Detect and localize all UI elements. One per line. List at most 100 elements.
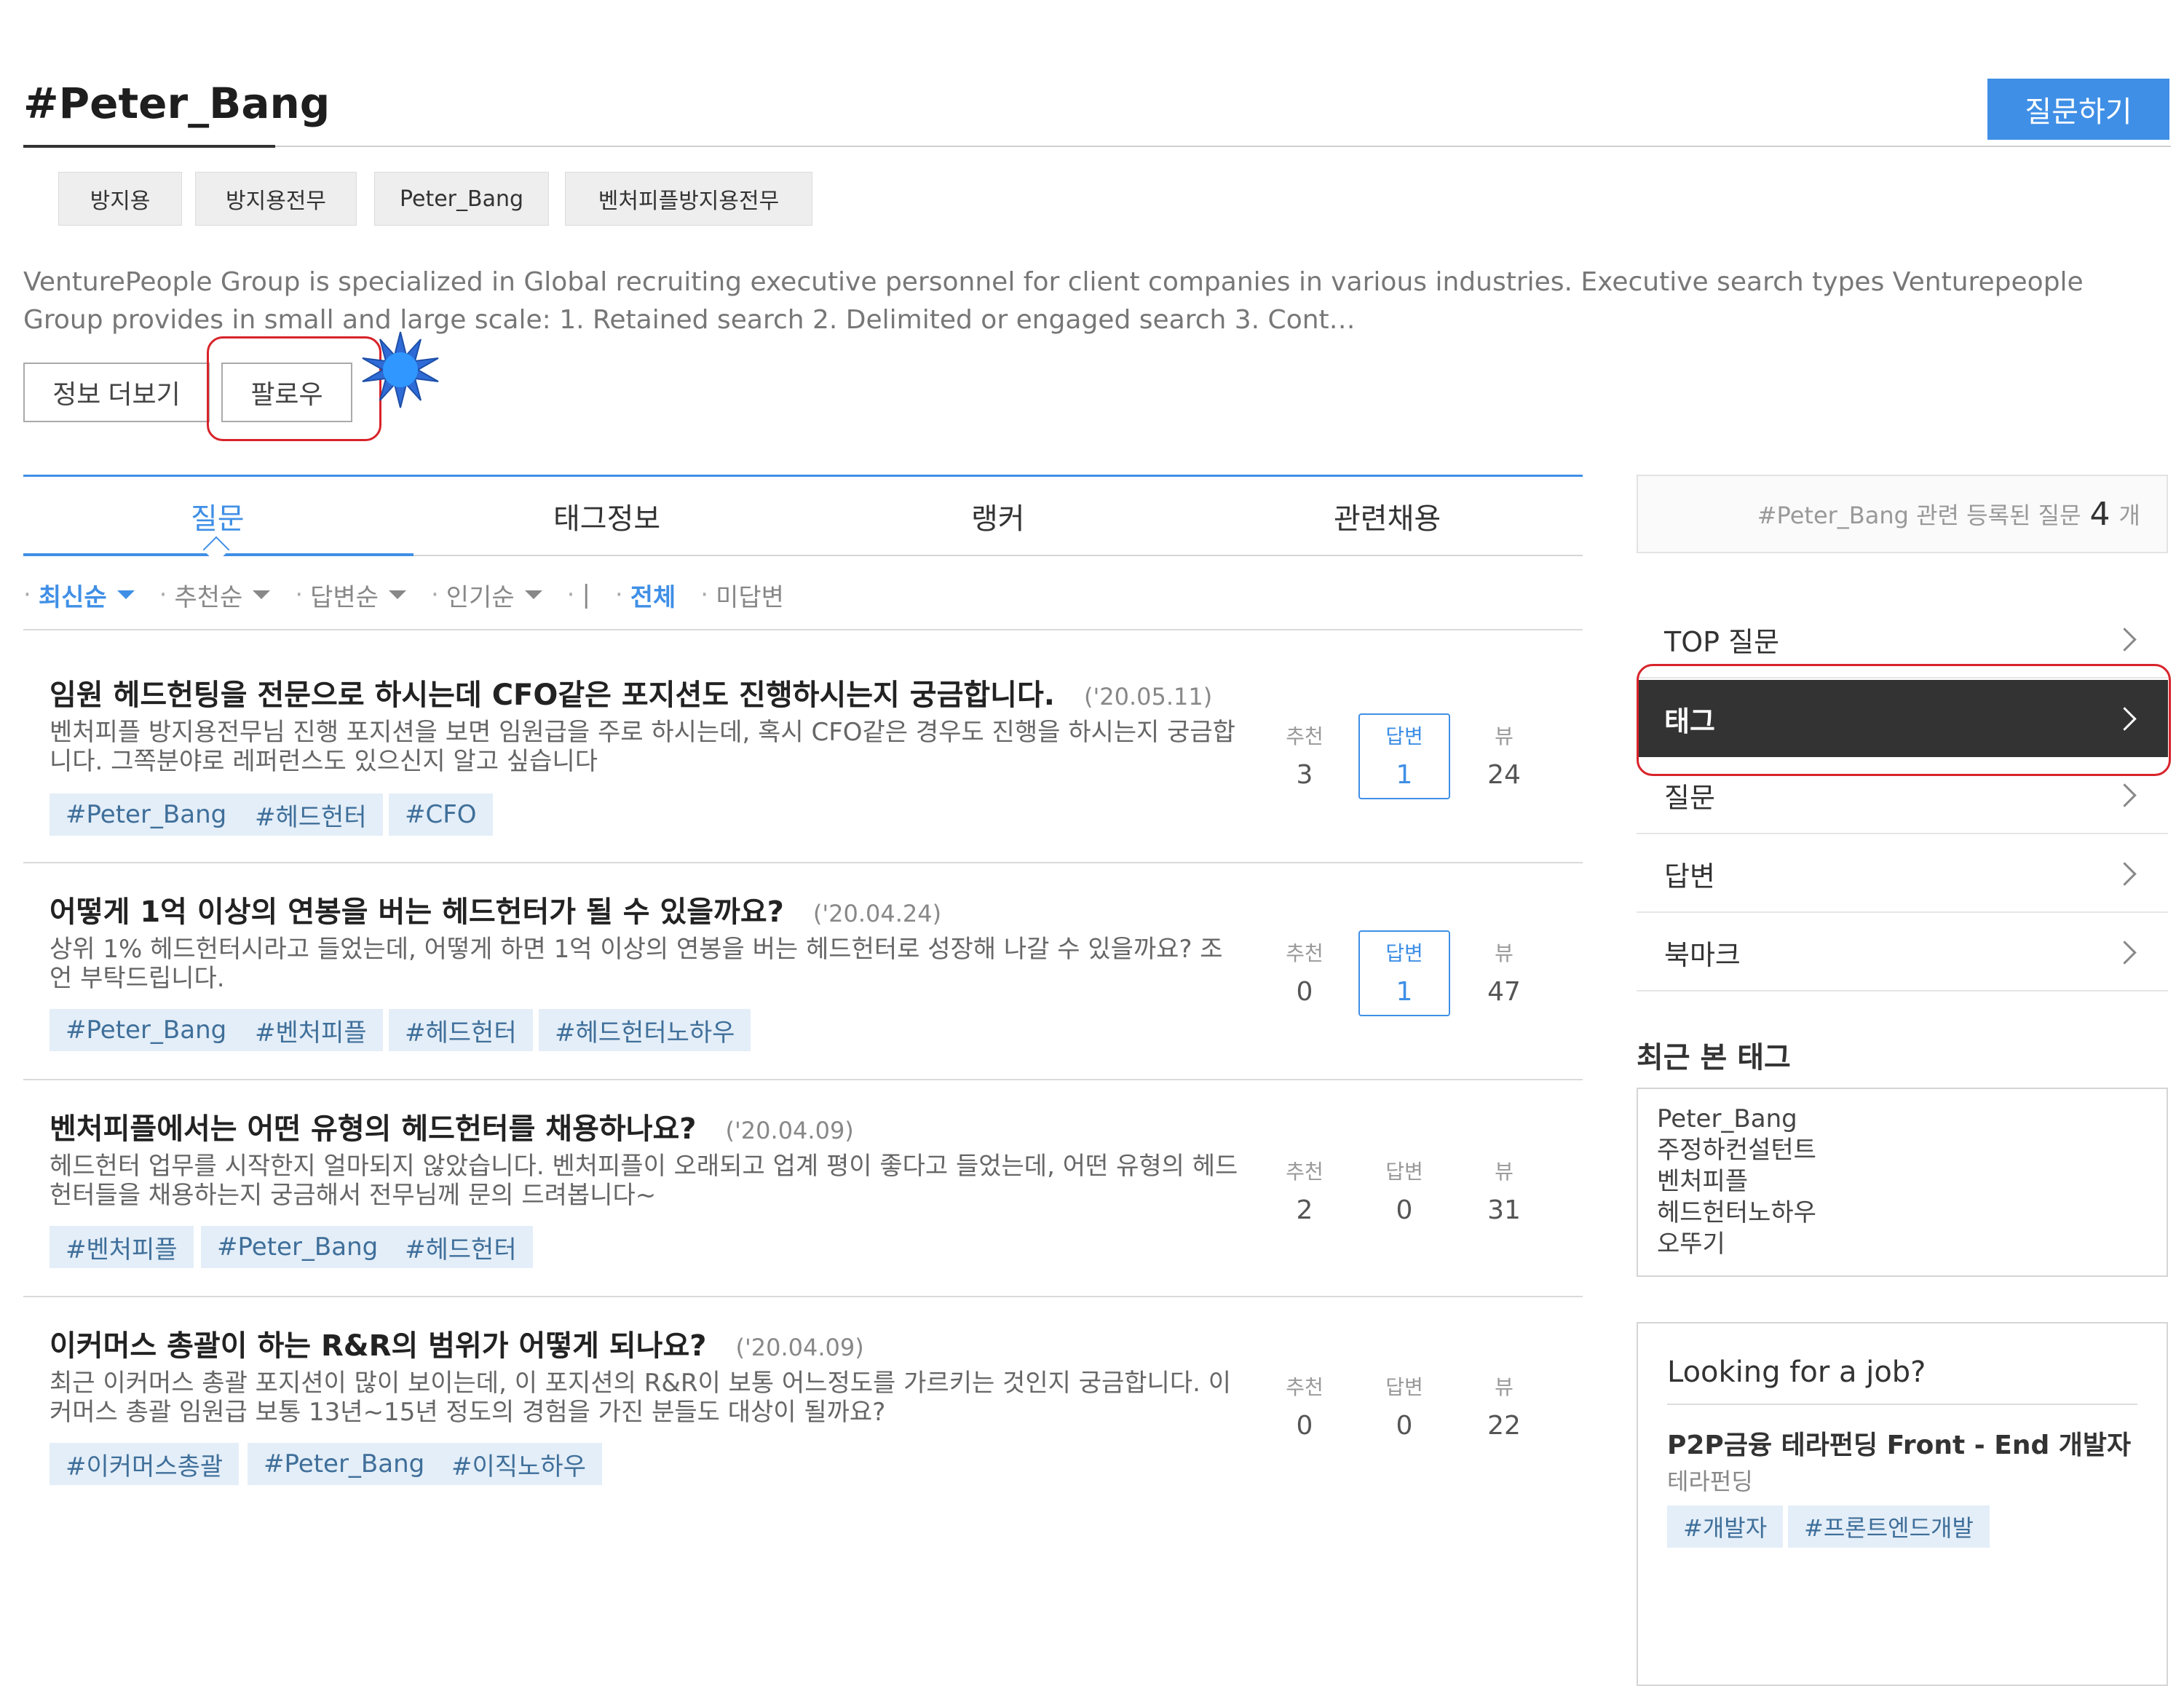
sort-answers[interactable]: · 답변순	[295, 577, 406, 613]
recent-tag[interactable]: 오뚜기	[1657, 1229, 2148, 1260]
recent-tags-heading: 최근 본 태그	[1637, 1041, 1791, 1074]
chevron-right-icon	[2113, 940, 2137, 965]
answer-count: 0	[1396, 1195, 1413, 1225]
question-date: ('20.04.09)	[725, 1117, 854, 1144]
active-tab-caret	[202, 536, 230, 563]
view-label: 뷰	[1495, 1160, 1514, 1184]
recommend-count: 3	[1296, 760, 1313, 790]
question-tag[interactable]: #CFO	[389, 793, 493, 836]
more-info-button[interactable]: 정보 더보기	[23, 363, 210, 422]
question-tag[interactable]: #벤처피플	[50, 1226, 194, 1268]
question-tag[interactable]: #Peter_Bang	[248, 1443, 441, 1485]
click-marker-icon	[362, 331, 439, 408]
sort-popular[interactable]: · 인기순	[431, 577, 542, 613]
question-tag[interactable]: #헤드헌터	[389, 1009, 533, 1051]
list-divider	[23, 1079, 1583, 1080]
list-divider	[23, 629, 1583, 630]
keyword-chip[interactable]: 방지용	[58, 172, 182, 226]
recommend-label: 추천	[1286, 941, 1324, 965]
answer-label: 답변	[1385, 724, 1423, 748]
menu-questions[interactable]: 질문	[1637, 757, 2168, 834]
highlight-follow-annotation	[207, 336, 381, 441]
answer-count: 1	[1396, 977, 1413, 1007]
menu-bookmarks[interactable]: 북마크	[1637, 914, 2168, 992]
question-tag[interactable]: #이커머스총괄	[50, 1443, 240, 1485]
dropdown-arrow-icon	[253, 590, 271, 599]
tab-tag-info[interactable]: 태그정보	[553, 495, 660, 537]
job-widget: Looking for a job? P2P금융 테라펀딩 Front - En…	[1637, 1322, 2168, 1686]
tabs-top-border	[23, 475, 1583, 477]
question-title[interactable]: 이커머스 총괄이 하는 R&R의 범위가 어떻게 되나요? ('20.04.09)	[50, 1322, 864, 1364]
dropdown-arrow-icon	[116, 590, 135, 599]
count-value: 4	[2089, 495, 2110, 533]
sort-latest[interactable]: · 최신순	[23, 577, 135, 613]
answer-label: 답변	[1385, 941, 1423, 965]
question-tag[interactable]: #Peter_Bang	[50, 793, 243, 836]
chevron-right-icon	[2113, 861, 2137, 886]
keyword-chip[interactable]: Peter_Bang	[374, 172, 549, 226]
filter-all[interactable]: · 전체	[615, 577, 676, 613]
view-label: 뷰	[1495, 941, 1514, 965]
job-widget-heading: Looking for a job?	[1667, 1355, 1926, 1389]
filter-unanswered[interactable]: · 미답변	[700, 577, 784, 613]
question-tag[interactable]: #Peter_Bang	[50, 1009, 243, 1051]
question-tag[interactable]: #Peter_Bang	[201, 1226, 395, 1268]
question-count-box: #Peter_Bang 관련 등록된 질문 4 개	[1637, 475, 2168, 553]
answer-label: 답변	[1385, 1375, 1423, 1399]
list-divider	[23, 1296, 1583, 1297]
view-count: 31	[1487, 1195, 1521, 1225]
tab-rankers[interactable]: 랭커	[971, 495, 1025, 537]
recommend-label: 추천	[1286, 1375, 1324, 1399]
view-count: 22	[1487, 1411, 1521, 1441]
dropdown-arrow-icon	[524, 590, 542, 599]
recent-tag[interactable]: 벤처피플	[1657, 1166, 2148, 1198]
title-underline	[23, 145, 275, 148]
keyword-chip[interactable]: 방지용전무	[195, 172, 357, 226]
job-tag[interactable]: #프론트엔드개발	[1788, 1505, 1990, 1548]
recommend-label: 추천	[1286, 1160, 1324, 1184]
job-tag[interactable]: #개발자	[1667, 1505, 1784, 1548]
chevron-right-icon	[2113, 627, 2137, 652]
job-title-link[interactable]: P2P금융 테라펀딩 Front - End 개발자	[1667, 1424, 2131, 1462]
job-widget-divider	[1667, 1404, 2137, 1405]
tab-related-jobs[interactable]: 관련채용	[1334, 495, 1441, 537]
chevron-right-icon	[2113, 783, 2137, 807]
recommend-count: 2	[1296, 1195, 1313, 1225]
ask-question-button[interactable]: 질문하기	[1987, 79, 2169, 140]
question-excerpt: 벤처피플 방지용전무님 진행 포지션을 보면 임원급을 주로 하시는데, 혹시 …	[50, 718, 1235, 776]
question-title[interactable]: 벤처피플에서는 어떤 유형의 헤드헌터를 채용하나요? ('20.04.09)	[50, 1105, 854, 1147]
answer-count: 1	[1396, 760, 1413, 790]
question-tag[interactable]: #이직노하우	[435, 1443, 602, 1485]
question-date: ('20.05.11)	[1083, 683, 1213, 711]
question-tag[interactable]: #벤처피플	[239, 1009, 383, 1051]
question-tag[interactable]: #헤드헌터	[389, 1226, 533, 1268]
sort-bar: · 최신순 · 추천순 · 답변순 · 인기순 · | · 전체 · 미답변	[23, 577, 809, 613]
recent-tag[interactable]: Peter_Bang	[1657, 1104, 2148, 1135]
sort-recommended[interactable]: · 추천순	[159, 577, 271, 613]
view-label: 뷰	[1495, 1375, 1514, 1399]
question-date: ('20.04.09)	[735, 1334, 864, 1361]
title-divider	[23, 146, 2171, 147]
view-count: 24	[1487, 760, 1521, 790]
question-date: ('20.04.24)	[812, 900, 942, 927]
recent-tag[interactable]: 주정하컨설턴트	[1657, 1135, 2148, 1166]
question-excerpt: 상위 1% 헤드헌터시라고 들었는데, 어떻게 하면 1억 이상의 연봉을 버는…	[50, 935, 1223, 993]
menu-answers[interactable]: 답변	[1637, 836, 2168, 913]
count-label: #Peter_Bang 관련 등록된 질문	[1757, 502, 2081, 529]
keyword-chip[interactable]: 벤처피플방지용전무	[565, 172, 812, 226]
question-tag[interactable]: #헤드헌터노하우	[539, 1009, 751, 1051]
question-excerpt: 헤드헌터 업무를 시작한지 얼마되지 않았습니다. 벤처피플이 오래되고 업계 …	[50, 1152, 1238, 1210]
recent-tag[interactable]: 헤드헌터노하우	[1657, 1198, 2148, 1229]
list-divider	[23, 862, 1583, 863]
question-title[interactable]: 임원 헤드헌팅을 전문으로 하시는데 CFO같은 포지션도 진행하시는지 궁금합…	[50, 671, 1212, 713]
recommend-label: 추천	[1286, 724, 1324, 748]
question-title[interactable]: 어떻게 1억 이상의 연봉을 버는 헤드헌터가 될 수 있을까요? ('20.04…	[50, 888, 941, 930]
sort-divider: · |	[566, 580, 590, 609]
view-count: 47	[1487, 977, 1521, 1007]
question-tag[interactable]: #헤드헌터	[239, 793, 383, 836]
recommend-count: 0	[1296, 977, 1313, 1007]
recommend-count: 0	[1296, 1411, 1313, 1441]
page-title: #Peter_Bang	[23, 79, 331, 128]
answer-label: 답변	[1385, 1160, 1423, 1184]
tab-questions[interactable]: 질문	[191, 495, 245, 537]
